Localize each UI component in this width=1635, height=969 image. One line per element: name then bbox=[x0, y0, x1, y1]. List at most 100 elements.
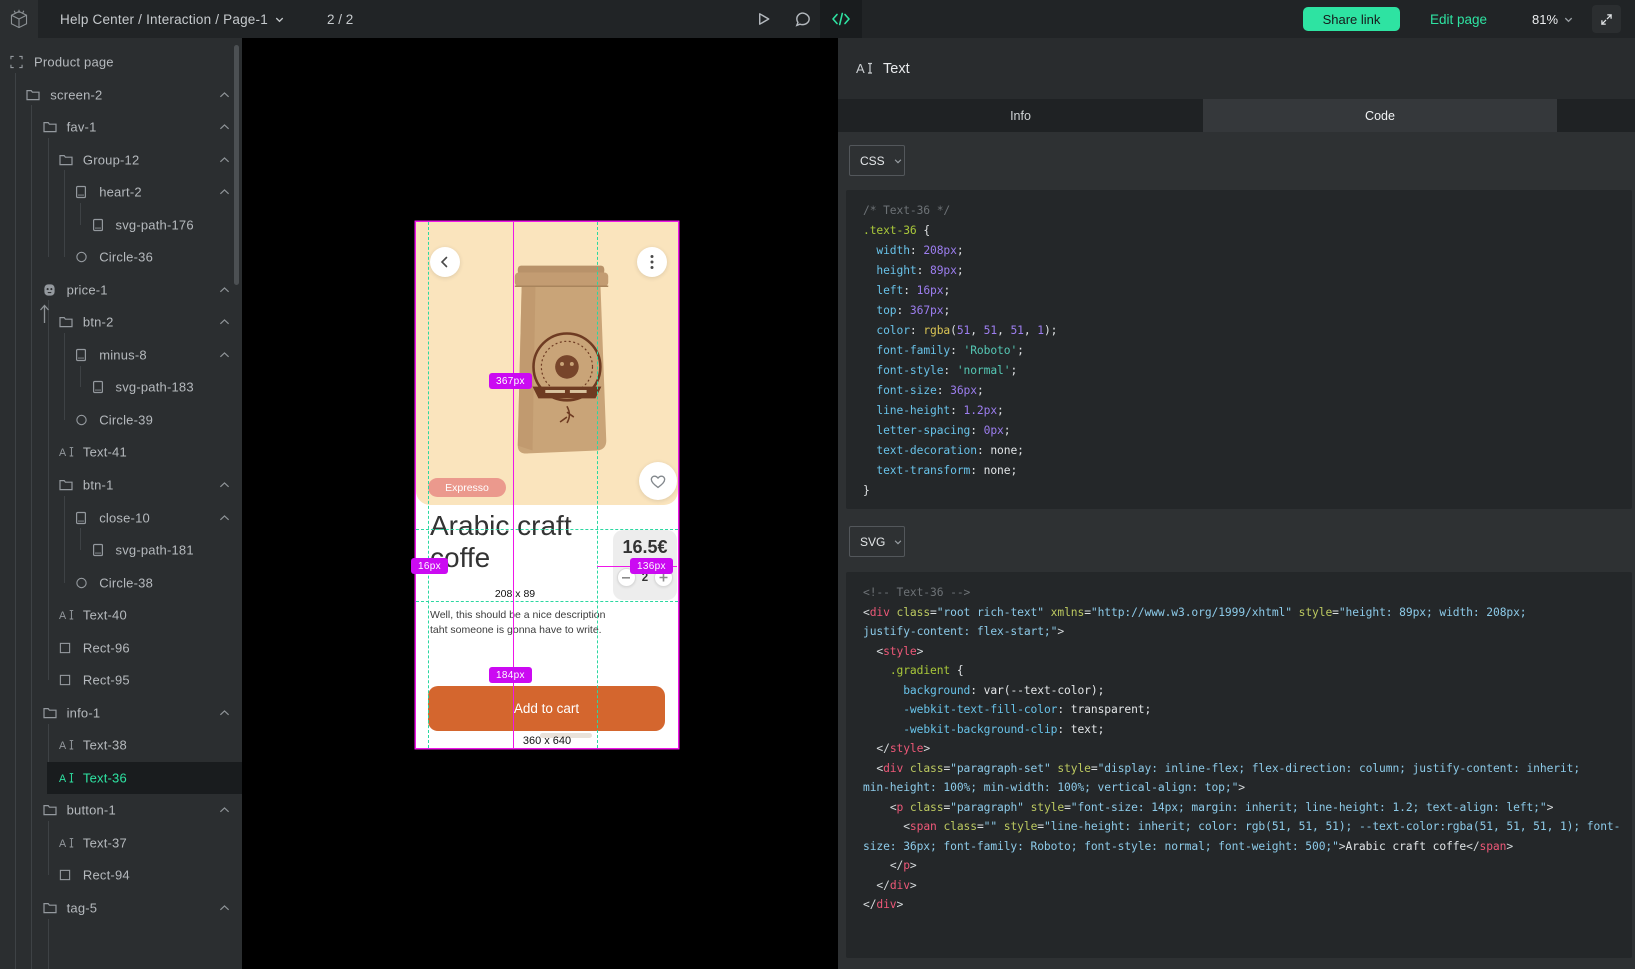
layer-item-text-36[interactable]: A Text-36 bbox=[0, 762, 242, 795]
favorite-button[interactable] bbox=[639, 462, 677, 500]
code-line: line-height: 1.2px; bbox=[863, 401, 1632, 421]
layer-item-rect-95[interactable]: Rect-95 bbox=[0, 664, 242, 697]
collapse-chevron-icon[interactable] bbox=[219, 188, 230, 196]
layer-item-screen-2[interactable]: screen-2 bbox=[0, 78, 242, 111]
code-line: <div class="paragraph-set" style="displa… bbox=[863, 759, 1632, 779]
layer-item-price-1[interactable]: price-1 bbox=[0, 273, 242, 306]
collapse-chevron-icon[interactable] bbox=[219, 514, 230, 522]
layer-item-text-40[interactable]: A Text-40 bbox=[0, 599, 242, 632]
zoom-level-dropdown[interactable]: 81% bbox=[1532, 0, 1574, 38]
app-logo[interactable] bbox=[0, 0, 38, 38]
layer-item-svg-path-183[interactable]: svg-path-183 bbox=[0, 371, 242, 404]
layer-item-circle-38[interactable]: Circle-38 bbox=[0, 566, 242, 599]
sidebar-scrollbar[interactable] bbox=[234, 45, 239, 285]
inspector-tabs: Info Code bbox=[838, 99, 1635, 132]
layer-label: fav-1 bbox=[67, 120, 97, 135]
code-line: color: rgba(51, 51, 51, 1); bbox=[863, 321, 1632, 341]
layer-item-button-1[interactable]: button-1 bbox=[0, 794, 242, 827]
layer-label: Circle-38 bbox=[99, 575, 153, 590]
chevron-left-icon bbox=[439, 256, 451, 268]
folder-layer-icon bbox=[59, 479, 73, 491]
preview-play-button[interactable] bbox=[743, 0, 783, 38]
svg-format-dropdown[interactable]: SVG bbox=[849, 526, 905, 557]
fullscreen-icon bbox=[1599, 12, 1614, 27]
folder-layer-icon bbox=[43, 804, 57, 816]
svg-text:A: A bbox=[59, 610, 67, 622]
layer-label: info-1 bbox=[67, 705, 101, 720]
collapse-chevron-icon[interactable] bbox=[219, 351, 230, 359]
svg-code-block: <!-- Text-36 --><div class="root rich-te… bbox=[846, 572, 1632, 958]
add-to-cart-button[interactable]: Add to cart bbox=[428, 686, 665, 731]
code-line: min-height: 100%; min-width: 100%; verti… bbox=[863, 778, 1632, 798]
layer-item-info-1[interactable]: info-1 bbox=[0, 697, 242, 730]
layer-item-fav-1[interactable]: fav-1 bbox=[0, 111, 242, 144]
comments-button[interactable] bbox=[782, 0, 822, 38]
layer-item-minus-8[interactable]: minus-8 bbox=[0, 339, 242, 372]
collapse-chevron-icon[interactable] bbox=[219, 709, 230, 717]
layer-item-rect-96[interactable]: Rect-96 bbox=[0, 631, 242, 664]
layer-item-btn-2[interactable]: btn-2 bbox=[0, 306, 242, 339]
layer-item-close-10[interactable]: close-10 bbox=[0, 501, 242, 534]
code-line: letter-spacing: 0px; bbox=[863, 421, 1632, 441]
collapse-chevron-icon[interactable] bbox=[219, 91, 230, 99]
layer-item-group-12[interactable]: Group-12 bbox=[0, 143, 242, 176]
code-line: <!-- Text-36 --> bbox=[863, 583, 1632, 603]
code-line: <p class="paragraph" style="font-size: 1… bbox=[863, 798, 1632, 818]
chevron-down-icon bbox=[1563, 14, 1574, 25]
breadcrumb[interactable]: Help Center / Interaction / Page-1 bbox=[60, 0, 285, 38]
text-layer-icon: A bbox=[59, 609, 75, 622]
file-layer-icon bbox=[75, 348, 87, 361]
layer-label: price-1 bbox=[67, 282, 108, 297]
comment-icon bbox=[793, 10, 812, 29]
code-line: } bbox=[863, 481, 1632, 501]
share-link-button[interactable]: Share link bbox=[1303, 7, 1400, 31]
svg-text:A: A bbox=[856, 61, 865, 76]
layer-item-text-38[interactable]: A Text-38 bbox=[0, 729, 242, 762]
minus-icon bbox=[622, 577, 630, 579]
layer-label: svg-path-183 bbox=[116, 380, 194, 395]
code-line: /* Text-36 */ bbox=[863, 201, 1632, 221]
layer-label: btn-2 bbox=[83, 315, 114, 330]
collapse-chevron-icon[interactable] bbox=[219, 806, 230, 814]
layer-item-heart-2[interactable]: heart-2 bbox=[0, 176, 242, 209]
layer-item-tag-5[interactable]: tag-5 bbox=[0, 892, 242, 925]
back-button[interactable] bbox=[430, 247, 460, 277]
layer-item-product page[interactable]: Product page bbox=[0, 46, 242, 79]
collapse-chevron-icon[interactable] bbox=[219, 156, 230, 164]
layer-item-circle-39[interactable]: Circle-39 bbox=[0, 404, 242, 437]
chevron-down-icon bbox=[893, 156, 903, 166]
breadcrumb-text: Help Center / Interaction / Page-1 bbox=[60, 12, 268, 27]
app-window: Help Center / Interaction / Page-1 2 / 2… bbox=[0, 0, 1635, 969]
page-indicator: 2 / 2 bbox=[327, 0, 353, 38]
svg-text:A: A bbox=[59, 838, 67, 850]
circle-layer-icon bbox=[75, 413, 88, 426]
chevron-down-icon bbox=[274, 14, 285, 25]
layer-item-circle-36[interactable]: Circle-36 bbox=[0, 241, 242, 274]
code-line: </div> bbox=[863, 895, 1632, 915]
collapse-chevron-icon[interactable] bbox=[219, 286, 230, 294]
layer-item-svg-path-176[interactable]: svg-path-176 bbox=[0, 208, 242, 241]
fullscreen-button[interactable] bbox=[1592, 5, 1621, 33]
layer-label: Rect-94 bbox=[83, 868, 130, 883]
measure-label-right: 136px bbox=[630, 558, 673, 574]
collapse-chevron-icon[interactable] bbox=[219, 481, 230, 489]
layer-item-text-41[interactable]: A Text-41 bbox=[0, 436, 242, 469]
collapse-chevron-icon[interactable] bbox=[219, 123, 230, 131]
layer-item-btn-1[interactable]: btn-1 bbox=[0, 469, 242, 502]
collapse-chevron-icon[interactable] bbox=[219, 904, 230, 912]
code-mode-button[interactable] bbox=[820, 0, 862, 38]
more-options-button[interactable] bbox=[637, 247, 667, 277]
css-format-dropdown[interactable]: CSS bbox=[849, 145, 905, 176]
collapse-chevron-icon[interactable] bbox=[219, 318, 230, 326]
add-to-cart-label: Add to cart bbox=[514, 701, 579, 716]
layer-item-rect-94[interactable]: Rect-94 bbox=[0, 859, 242, 892]
layer-label: Product page bbox=[34, 54, 114, 69]
measure-label-bottom: 184px bbox=[489, 667, 532, 683]
layer-item-text-37[interactable]: A Text-37 bbox=[0, 827, 242, 860]
folder-layer-icon bbox=[59, 316, 73, 328]
edit-page-link[interactable]: Edit page bbox=[1430, 0, 1487, 38]
tab-code[interactable]: Code bbox=[1203, 99, 1557, 132]
tab-info[interactable]: Info bbox=[838, 99, 1203, 132]
logo-cube-icon bbox=[6, 6, 32, 32]
layer-item-svg-path-181[interactable]: svg-path-181 bbox=[0, 534, 242, 567]
